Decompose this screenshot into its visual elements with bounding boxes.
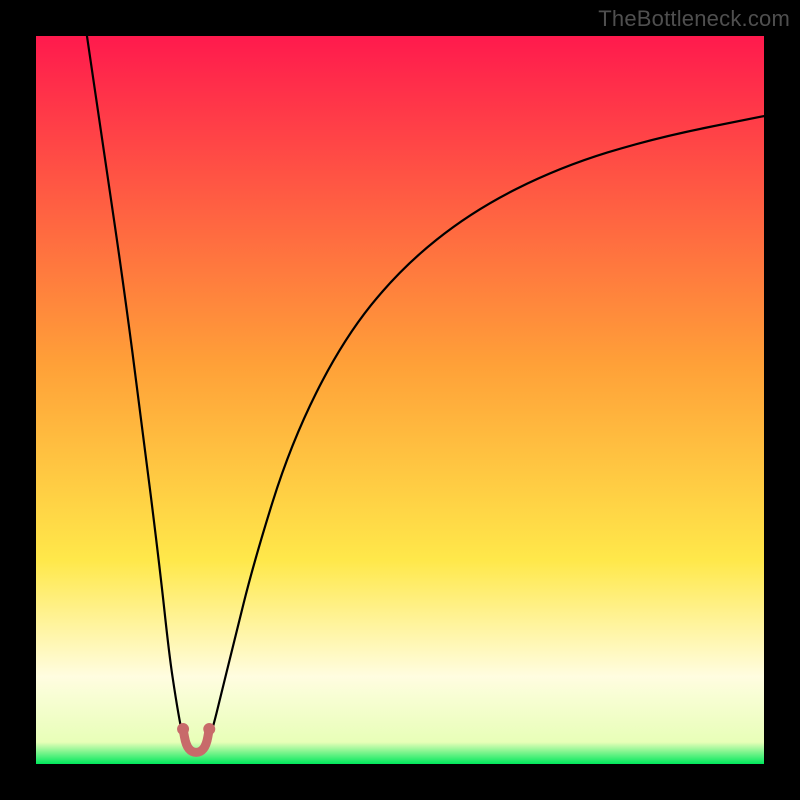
valley-marker-dot [177,723,189,735]
chart-svg [36,36,764,764]
plot-area [36,36,764,764]
valley-marker-dot [203,723,215,735]
chart-frame: TheBottleneck.com [0,0,800,800]
watermark-text: TheBottleneck.com [598,6,790,32]
